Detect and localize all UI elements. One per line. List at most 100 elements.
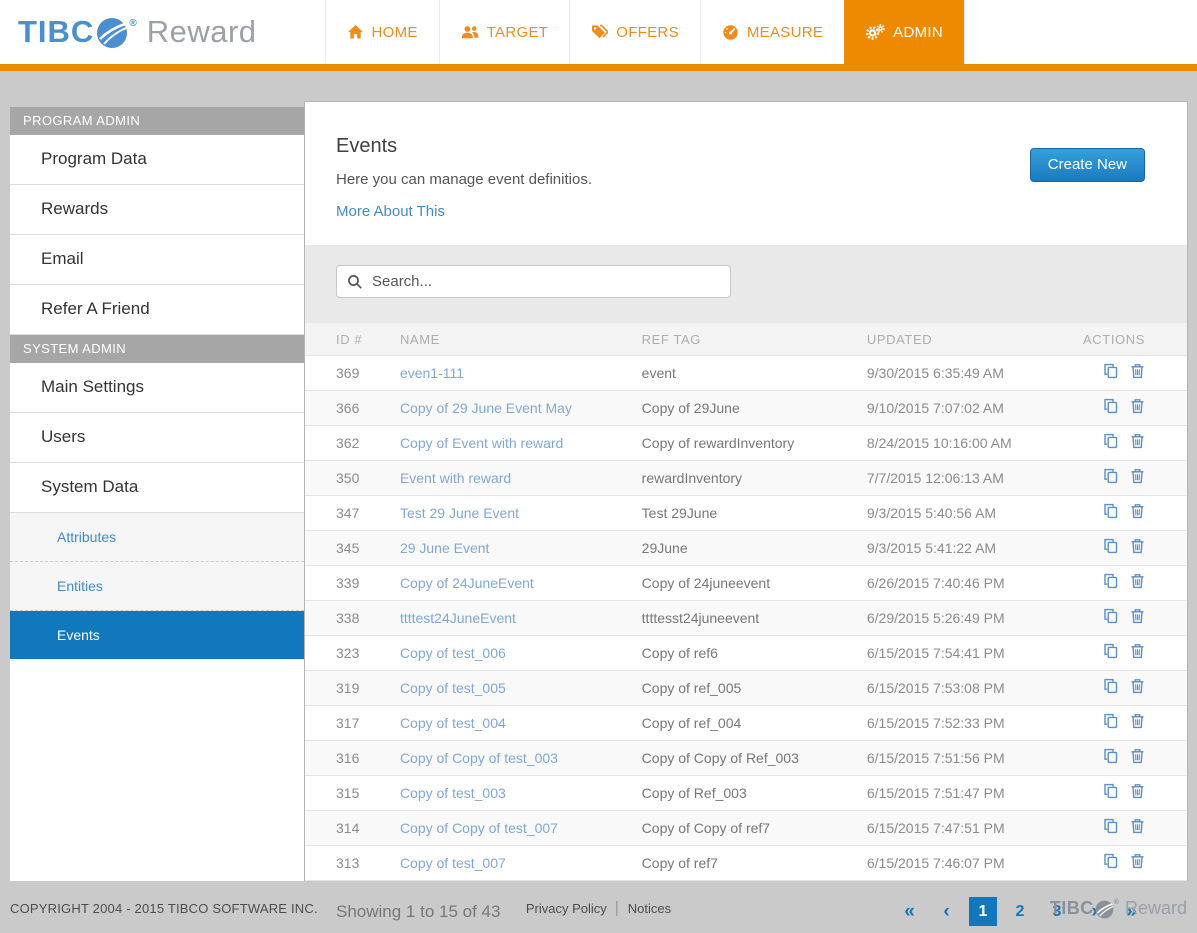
event-name-link[interactable]: ttttest24JuneEvent xyxy=(400,610,516,626)
cell-updated: 8/24/2015 10:16:00 AM xyxy=(867,426,1083,461)
cell-name: Copy of 24JuneEvent xyxy=(400,566,642,601)
cell-id: 369 xyxy=(305,356,400,391)
trash-icon[interactable] xyxy=(1130,853,1145,869)
copy-icon[interactable] xyxy=(1103,573,1119,589)
footer-logo: TIBC ® Reward xyxy=(1050,898,1187,919)
column-header-updated: UPDATED xyxy=(867,323,1083,356)
trash-icon[interactable] xyxy=(1130,818,1145,834)
more-about-this-link[interactable]: More About This xyxy=(336,203,445,220)
event-name-link[interactable]: Copy of test_005 xyxy=(400,680,506,696)
create-new-button[interactable]: Create New xyxy=(1030,148,1145,182)
cell-name: even1-111 xyxy=(400,356,642,391)
sidebar-item-program-data[interactable]: Program Data xyxy=(10,135,304,185)
trash-icon[interactable] xyxy=(1130,713,1145,729)
copy-icon[interactable] xyxy=(1103,398,1119,414)
nav-tab-label: HOME xyxy=(372,24,418,41)
event-name-link[interactable]: Copy of Copy of test_007 xyxy=(400,820,558,836)
cell-name: Copy of Copy of test_003 xyxy=(400,741,642,776)
copy-icon[interactable] xyxy=(1103,713,1119,729)
sidebar-item-system-data[interactable]: System Data xyxy=(10,463,304,513)
trash-icon[interactable] xyxy=(1130,643,1145,659)
events-table-body: 369 even1-111 event 9/30/2015 6:35:49 AM xyxy=(305,356,1187,881)
event-name-link[interactable]: Copy of Event with reward xyxy=(400,435,563,451)
cell-updated: 6/29/2015 5:26:49 PM xyxy=(867,601,1083,636)
table-row: 317 Copy of test_004 Copy of ref_004 6/1… xyxy=(305,706,1187,741)
copy-icon[interactable] xyxy=(1103,363,1119,379)
trash-icon[interactable] xyxy=(1130,783,1145,799)
trash-icon[interactable] xyxy=(1130,468,1145,484)
nav-tab-admin[interactable]: ADMIN xyxy=(844,0,965,64)
sidebar-item-users[interactable]: Users xyxy=(10,413,304,463)
copy-icon[interactable] xyxy=(1103,818,1119,834)
copy-icon[interactable] xyxy=(1103,853,1119,869)
cell-actions xyxy=(1083,461,1187,496)
sidebar-item-email[interactable]: Email xyxy=(10,235,304,285)
home-icon xyxy=(347,24,364,40)
trash-icon[interactable] xyxy=(1130,363,1145,379)
cell-actions xyxy=(1083,846,1187,881)
logo-reward-text: Reward xyxy=(147,14,257,50)
nav-tab-label: TARGET xyxy=(487,24,549,41)
event-name-link[interactable]: 29 June Event xyxy=(400,540,490,556)
cell-ref-tag: Copy of Ref_003 xyxy=(642,776,867,811)
trash-icon[interactable] xyxy=(1130,608,1145,624)
copy-icon[interactable] xyxy=(1103,643,1119,659)
event-name-link[interactable]: Copy of 29 June Event May xyxy=(400,400,572,416)
trash-icon[interactable] xyxy=(1130,398,1145,414)
sidebar-section-program-admin: PROGRAM ADMIN xyxy=(10,107,304,135)
event-name-link[interactable]: Test 29 June Event xyxy=(400,505,519,521)
main-nav: HOME TARGET OFFERS xyxy=(325,0,966,64)
event-name-link[interactable]: even1-111 xyxy=(400,365,464,381)
copy-icon[interactable] xyxy=(1103,678,1119,694)
copy-icon[interactable] xyxy=(1103,468,1119,484)
cell-updated: 6/15/2015 7:51:47 PM xyxy=(867,776,1083,811)
column-header-id: ID # xyxy=(305,323,400,356)
copy-icon[interactable] xyxy=(1103,608,1119,624)
trash-icon[interactable] xyxy=(1130,748,1145,764)
event-name-link[interactable]: Copy of 24JuneEvent xyxy=(400,575,534,591)
cell-id: 316 xyxy=(305,741,400,776)
nav-tab-offers[interactable]: OFFERS xyxy=(569,0,700,64)
search-input[interactable] xyxy=(372,273,720,290)
cell-ref-tag: Copy of 24juneevent xyxy=(642,566,867,601)
trash-icon[interactable] xyxy=(1130,433,1145,449)
sidebar-subitem-events[interactable]: Events xyxy=(10,611,304,659)
cell-ref-tag: rewardInventory xyxy=(642,461,867,496)
sidebar-item-main-settings[interactable]: Main Settings xyxy=(10,363,304,413)
sidebar-item-rewards[interactable]: Rewards xyxy=(10,185,304,235)
event-name-link[interactable]: Event with reward xyxy=(400,470,511,486)
event-name-link[interactable]: Copy of test_006 xyxy=(400,645,506,661)
nav-tab-measure[interactable]: MEASURE xyxy=(700,0,844,64)
event-name-link[interactable]: Copy of test_004 xyxy=(400,715,506,731)
event-name-link[interactable]: Copy of Copy of test_003 xyxy=(400,750,558,766)
cell-actions xyxy=(1083,531,1187,566)
trash-icon[interactable] xyxy=(1130,503,1145,519)
cell-actions xyxy=(1083,601,1187,636)
cell-id: 347 xyxy=(305,496,400,531)
trash-icon[interactable] xyxy=(1130,538,1145,554)
table-row: 319 Copy of test_005 Copy of ref_005 6/1… xyxy=(305,671,1187,706)
copy-icon[interactable] xyxy=(1103,433,1119,449)
event-name-link[interactable]: Copy of test_007 xyxy=(400,855,506,871)
event-name-link[interactable]: Copy of test_003 xyxy=(400,785,506,801)
sidebar-item-refer-a-friend[interactable]: Refer A Friend xyxy=(10,285,304,335)
table-row: 345 29 June Event 29June 9/3/2015 5:41:2… xyxy=(305,531,1187,566)
table-row: 338 ttttest24JuneEvent ttttesst24juneeve… xyxy=(305,601,1187,636)
nav-tab-home[interactable]: HOME xyxy=(325,0,439,64)
copy-icon[interactable] xyxy=(1103,783,1119,799)
notices-link[interactable]: Notices xyxy=(628,901,671,916)
nav-tab-target[interactable]: TARGET xyxy=(439,0,570,64)
search-box xyxy=(336,265,731,298)
sidebar-subitem-attributes[interactable]: Attributes xyxy=(10,513,304,562)
copy-icon[interactable] xyxy=(1103,538,1119,554)
copy-icon[interactable] xyxy=(1103,748,1119,764)
cell-updated: 6/15/2015 7:51:56 PM xyxy=(867,741,1083,776)
events-table: ID # NAME REF TAG UPDATED ACTIONS 369 ev… xyxy=(305,323,1187,880)
logo-registered-mark: ® xyxy=(129,18,136,29)
copy-icon[interactable] xyxy=(1103,503,1119,519)
trash-icon[interactable] xyxy=(1130,678,1145,694)
logo-tibc-text: TIBC xyxy=(18,14,94,50)
trash-icon[interactable] xyxy=(1130,573,1145,589)
privacy-policy-link[interactable]: Privacy Policy xyxy=(526,901,607,916)
sidebar-subitem-entities[interactable]: Entities xyxy=(10,562,304,611)
